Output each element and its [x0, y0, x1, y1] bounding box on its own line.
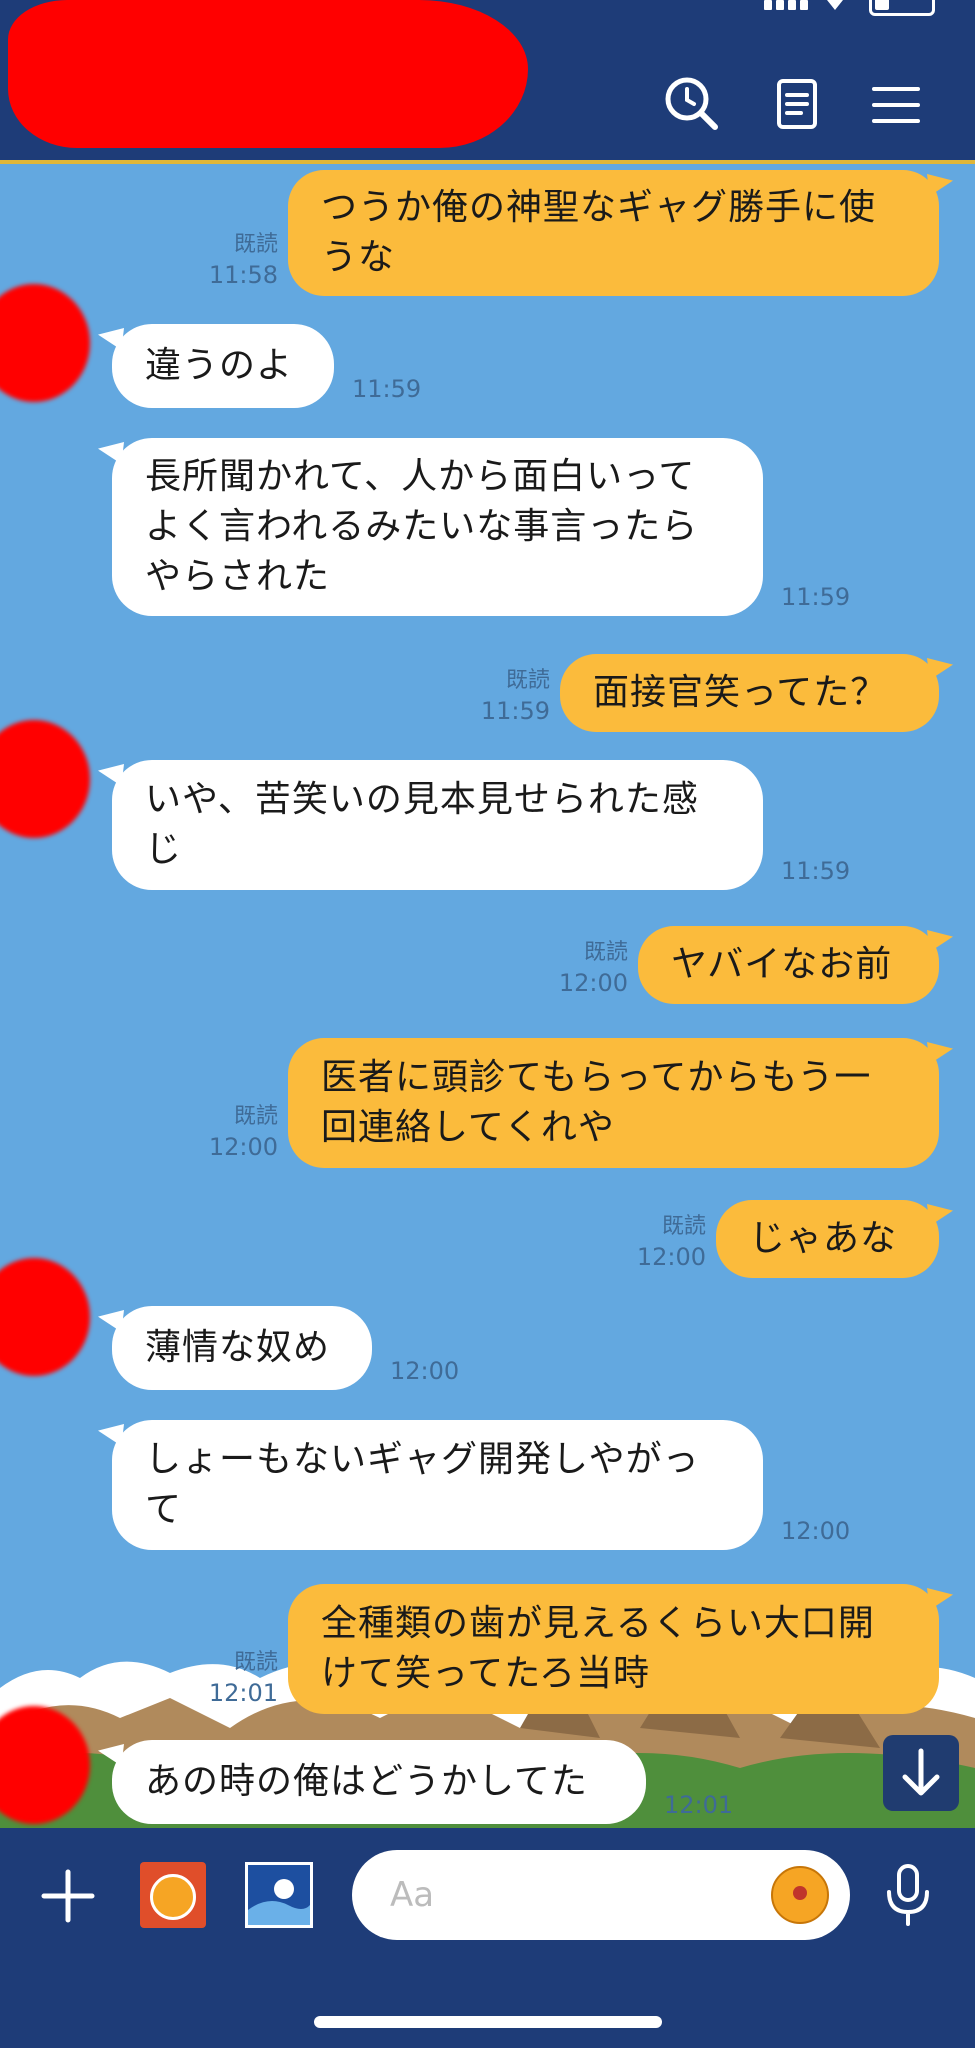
message-text-line: よく言われるみたいな事言ったら: [145, 506, 699, 547]
message-text-line: つうか俺の神聖なギャグ勝手に使: [321, 187, 877, 228]
message-time: 11:59: [352, 375, 422, 403]
bubble-tail: [927, 1042, 953, 1064]
message-bubble[interactable]: 薄情な奴め: [112, 1306, 372, 1390]
read-receipt: 既読: [583, 940, 628, 965]
message-bubble[interactable]: あの時の俺はどうかしてた: [112, 1740, 646, 1824]
message-text-line: じ: [145, 829, 183, 870]
home-indicator: [314, 2016, 662, 2028]
message-time: 11:59: [781, 857, 851, 885]
bubble-tail: [927, 1204, 953, 1226]
message-text-line: て: [145, 1489, 183, 1530]
menu-icon[interactable]: [866, 75, 926, 135]
message-meta: 既読 12:00: [188, 1102, 278, 1162]
message-bubble[interactable]: ヤバイなお前: [638, 926, 939, 1004]
message-time: 12:00: [636, 1243, 706, 1271]
message-time: 11:59: [781, 583, 851, 611]
notes-icon[interactable]: [767, 75, 827, 135]
bubble-tail: [98, 442, 124, 464]
message-bubble[interactable]: つうか俺の神聖なギャグ勝手に使 うな: [288, 170, 939, 296]
chat-area[interactable]: つうか俺の神聖なギャグ勝手に使 うな 既読 11:58 違うのよ 11:59 長所聞かれて、…: [0, 164, 975, 1828]
message-text-line: 長所聞かれて、人から面白いって: [145, 456, 696, 497]
message-bubble[interactable]: しょーもないギャグ開発しやがって: [112, 1420, 763, 1550]
mic-icon[interactable]: [880, 1862, 936, 1928]
message-time: 11:59: [480, 697, 550, 725]
read-receipt: 既読: [233, 1104, 278, 1129]
message-text-line: うな: [321, 237, 396, 278]
dragon-ball-app-icon[interactable]: [140, 1862, 206, 1928]
arrow-down-icon: [902, 1748, 940, 1796]
read-receipt: 既読: [233, 232, 278, 257]
wifi-icon: [827, 0, 843, 10]
message-text-line: あの時の俺はどうかしてた: [145, 1761, 588, 1802]
message-meta: 既読 12:01: [188, 1648, 278, 1708]
bubble-tail: [927, 1588, 953, 1610]
message-meta: 既読 11:59: [460, 666, 550, 726]
message-meta: 既読 12:00: [538, 938, 628, 998]
message-time: 12:00: [208, 1133, 278, 1161]
message-text-line: ヤバイなお前: [671, 944, 893, 985]
bubble-tail: [927, 658, 953, 680]
redacted-avatar[interactable]: [0, 720, 90, 838]
message-bubble[interactable]: 違うのよ: [112, 324, 334, 408]
bubble-tail: [98, 1310, 124, 1332]
message-text-line: けて笑ってたろ当時: [321, 1653, 651, 1694]
message-meta: 既読 12:00: [616, 1212, 706, 1272]
bubble-tail: [98, 1424, 124, 1446]
message-text-line: 全種類の歯が見えるくらい大口開: [321, 1603, 875, 1644]
redacted-avatar[interactable]: [0, 1258, 90, 1376]
message-bubble[interactable]: 全種類の歯が見えるくらい大口開 けて笑ってたろ当時: [288, 1584, 939, 1714]
read-receipt: 既読: [661, 1214, 706, 1239]
message-bubble[interactable]: 面接官笑ってた？: [560, 654, 939, 732]
bubble-tail: [927, 930, 953, 952]
message-text-line: やらされた: [145, 556, 331, 597]
message-time: 12:00: [558, 969, 628, 997]
message-text-line: 薄情な奴め: [145, 1327, 331, 1368]
bubble-tail: [98, 764, 124, 786]
message-bubble[interactable]: いや、苦笑いの見本見せられた感じ: [112, 760, 763, 890]
scroll-down-button[interactable]: [883, 1735, 959, 1811]
redacted-avatar[interactable]: [0, 284, 90, 402]
message-time: 12:01: [208, 1679, 278, 1707]
message-text-line: じゃあな: [749, 1218, 898, 1259]
message-text-line: しょーもないギャグ開発しやがっ: [145, 1439, 700, 1480]
message-text-line: 回連絡してくれや: [321, 1107, 615, 1148]
message-text-line: いや、苦笑いの見本見せられた感: [145, 779, 699, 820]
signal-icon: [764, 0, 810, 10]
message-time: 12:00: [390, 1357, 460, 1385]
message-time: 11:58: [208, 261, 278, 289]
message-time: 12:00: [781, 1517, 851, 1545]
message-bubble[interactable]: じゃあな: [716, 1200, 939, 1278]
message-text-line: 面接官笑ってた？: [593, 672, 888, 713]
bubble-tail: [98, 328, 124, 350]
read-receipt: 既読: [233, 1650, 278, 1675]
message-meta: 既読 11:58: [188, 230, 278, 290]
read-receipt: 既読: [505, 668, 550, 693]
search-icon[interactable]: [663, 75, 723, 135]
plus-icon[interactable]: [40, 1868, 96, 1924]
bubble-tail: [927, 174, 953, 196]
message-text-line: 医者に頭診てもらってからもう一: [321, 1057, 872, 1098]
dragon-ball-emoji-icon[interactable]: [771, 1866, 829, 1924]
image-sticker-icon[interactable]: [245, 1862, 313, 1928]
message-text-line: 違うのよ: [145, 345, 294, 386]
battery-icon: [869, 0, 935, 16]
message-bubble[interactable]: 長所聞かれて、人から面白いって よく言われるみたいな事言ったら やらされた: [112, 438, 763, 616]
message-time: 12:01: [664, 1791, 734, 1819]
redacted-contact-name: [8, 0, 528, 148]
message-bubble[interactable]: 医者に頭診てもらってからもう一 回連絡してくれや: [288, 1038, 939, 1168]
chat-header: [0, 0, 975, 164]
